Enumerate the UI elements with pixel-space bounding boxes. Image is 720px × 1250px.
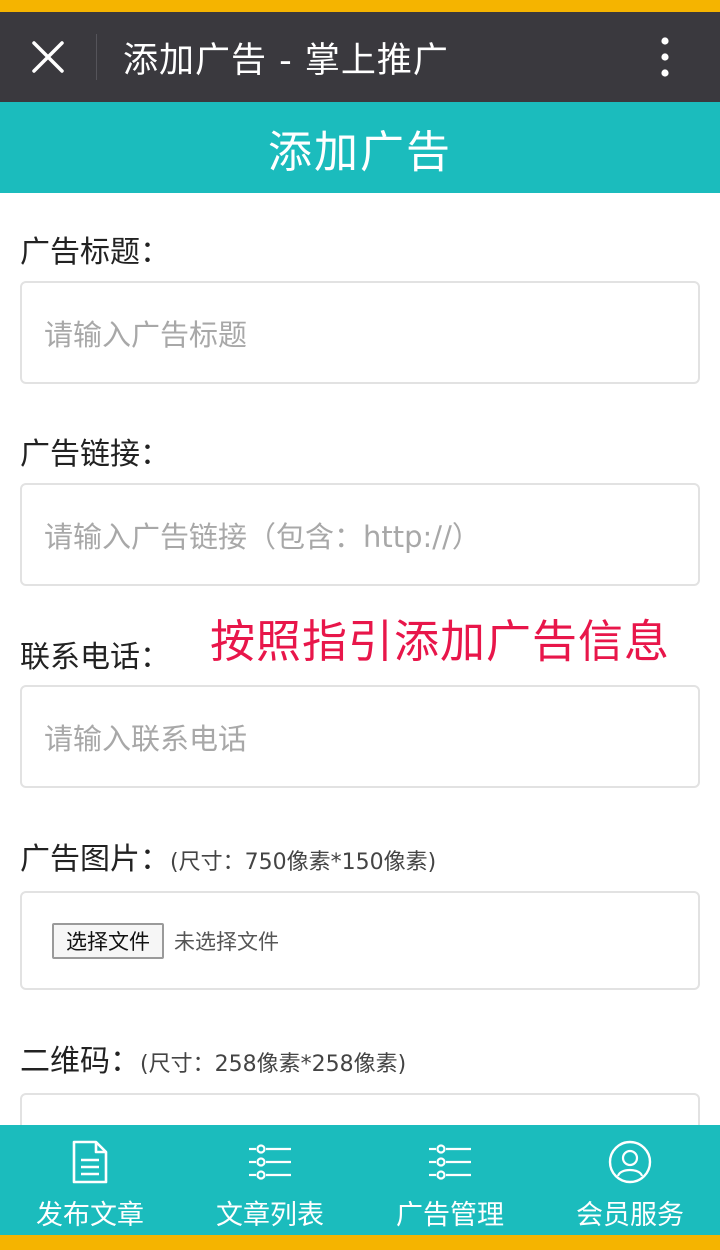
tab-label: 广告管理 <box>396 1200 504 1231</box>
ad-image-file-status: 未选择文件 <box>174 929 279 954</box>
ad-image-size-hint: (尺寸：750像素*150像素) <box>170 850 437 875</box>
guide-annotation: 按照指引添加广告信息 <box>210 615 671 668</box>
more-vertical-icon <box>661 37 669 77</box>
phone-label: 联系电话： <box>20 632 170 676</box>
bottom-tab-bar: 发布文章 文章列表 广告管理 会员服务 <box>0 1125 720 1235</box>
tab-publish-article[interactable]: 发布文章 <box>0 1125 180 1235</box>
ad-image-file-field: 选择文件 未选择文件 <box>20 891 700 990</box>
qrcode-size-hint: (尺寸：258像素*258像素) <box>140 1052 407 1077</box>
page-title: 添加广告 <box>268 126 452 178</box>
phone-placeholder: 请输入联系电话 <box>44 721 248 756</box>
ad-form: 广告标题： 请输入广告标题 广告链接： 请输入广告链接（包含：http://） … <box>0 193 720 1125</box>
ad-link-placeholder: 请输入广告链接（包含：http://） <box>44 519 481 554</box>
close-icon <box>32 41 64 73</box>
tab-member-service[interactable]: 会员服务 <box>540 1125 720 1235</box>
ad-title-label: 广告标题： <box>20 227 170 271</box>
tab-label: 文章列表 <box>216 1200 324 1231</box>
webview-title: 添加广告 - 掌上推广 <box>123 40 449 81</box>
page-header: 添加广告 <box>0 102 720 193</box>
ad-link-label: 广告链接： <box>20 429 170 473</box>
ad-title-input[interactable]: 请输入广告标题 <box>20 281 700 384</box>
bottom-strip <box>0 1235 720 1250</box>
ad-image-label: 广告图片：(尺寸：750像素*150像素) <box>20 834 436 878</box>
ad-link-input[interactable]: 请输入广告链接（包含：http://） <box>20 483 700 586</box>
qrcode-label: 二维码：(尺寸：258像素*258像素) <box>20 1036 406 1080</box>
phone-label-text: 联系电话： <box>20 640 170 675</box>
ad-title-placeholder: 请输入广告标题 <box>44 317 248 352</box>
tab-label: 会员服务 <box>576 1200 684 1231</box>
list-icon <box>247 1139 293 1185</box>
tab-article-list[interactable]: 文章列表 <box>180 1125 360 1235</box>
status-strip <box>0 0 720 12</box>
phone-input[interactable]: 请输入联系电话 <box>20 685 700 788</box>
webview-title-bar: 添加广告 - 掌上推广 <box>0 12 720 102</box>
ad-title-label-text: 广告标题： <box>20 235 170 270</box>
more-button[interactable] <box>610 12 720 102</box>
ad-image-label-text: 广告图片： <box>20 842 170 877</box>
user-icon <box>607 1139 653 1185</box>
ad-link-label-text: 广告链接： <box>20 437 170 472</box>
close-button[interactable] <box>0 12 96 102</box>
qrcode-file-field[interactable] <box>20 1093 700 1125</box>
qrcode-label-text: 二维码： <box>20 1044 140 1079</box>
list-icon <box>427 1139 473 1185</box>
tab-ad-management[interactable]: 广告管理 <box>360 1125 540 1235</box>
ad-image-choose-file-button[interactable]: 选择文件 <box>52 922 164 959</box>
tab-label: 发布文章 <box>36 1200 144 1231</box>
document-icon <box>67 1139 113 1185</box>
